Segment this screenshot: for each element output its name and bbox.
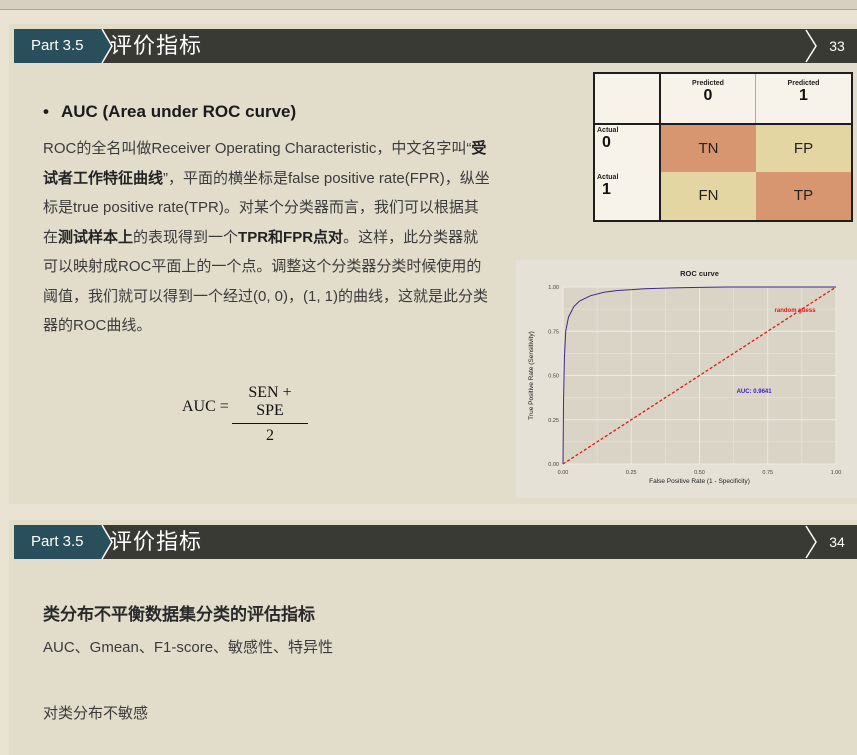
y-tick-label: 1.00 (548, 285, 559, 291)
previous-slide-edge (0, 0, 857, 10)
x-tick-label: 0.25 (626, 470, 637, 476)
cell-tn: TN (698, 140, 719, 157)
actual-label: Actual (597, 174, 619, 181)
section-heading: 类分布不平衡数据集分类的评估指标 (43, 605, 315, 624)
part-label: Part 3.5 (14, 525, 100, 559)
page-number: 33 (829, 38, 845, 54)
predicted-0: 0 (703, 87, 713, 104)
chart-title: ROC curve (680, 269, 719, 278)
formula-numerator: SEN + SPE (232, 384, 308, 424)
slide-title: 评价指标 (110, 529, 203, 554)
slide-34: Part 3.5 评价指标 34 类分布不平衡数据集分类的评估指标 AUC、Gm… (9, 520, 857, 755)
slide-33: Part 3.5 评价指标 33 • AUC (Area under ROC cu… (9, 24, 857, 504)
part-label: Part 3.5 (14, 29, 100, 63)
confusion-matrix: Predicted 0 Predicted 1 Actual 0 Actual … (593, 72, 853, 222)
emphasis-text: 测试样本上 (58, 228, 134, 246)
formula-denominator: 2 (266, 427, 274, 444)
metrics-note: 对类分布不敏感 (43, 705, 149, 722)
chevron-right-icon (805, 29, 817, 63)
metrics-list: AUC、Gmean、F1-score、敏感性、特异性 (43, 639, 334, 656)
slide-header: Part 3.5 评价指标 33 (14, 29, 857, 63)
roc-chart-svg: 0.00 0.25 0.50 0.75 1.00 0.00 0.25 0.50 0.75 1.00… (528, 269, 842, 485)
bullet-text: AUC (Area under ROC curve) (60, 102, 297, 121)
random-guess-label: random guess (775, 308, 817, 314)
x-tick-label: 1.00 (831, 470, 842, 476)
actual-0: 0 (602, 134, 611, 151)
paragraph-text: 的表现得到一个 (133, 228, 239, 246)
cell-tp: TP (793, 187, 814, 204)
chevron-right-icon (805, 525, 817, 559)
predicted-label: Predicted (787, 80, 820, 87)
predicted-label: Predicted (692, 80, 724, 87)
formula-fraction: SEN + SPE 2 (232, 384, 308, 445)
x-tick-label: 0.75 (762, 470, 773, 476)
slide-header: Part 3.5 评价指标 34 (14, 525, 857, 559)
actual-1: 1 (602, 181, 611, 198)
auc-value-label: AUC: 0.9641 (737, 389, 773, 395)
page-number: 34 (829, 534, 845, 550)
actual-label: Actual (597, 127, 619, 134)
x-axis-label: False Positive Rate (1 - Specificity) (649, 478, 750, 485)
paragraph-text: ROC的全名叫做Receiver Operating Characteristi… (43, 140, 472, 157)
cell-fn: FN (698, 187, 719, 204)
emphasis-text: TPR和FPR点对 (238, 228, 344, 246)
y-axis-label: True Positive Rate (Sensitivity) (528, 331, 535, 420)
slide-title: 评价指标 (110, 33, 203, 58)
y-tick-label: 0.00 (548, 462, 559, 468)
roc-description: ROC的全名叫做Receiver Operating Characteristi… (43, 134, 493, 341)
x-tick-label: 0.50 (694, 470, 705, 476)
bullet-heading: • AUC (Area under ROC curve) (43, 102, 296, 122)
cell-fp: FP (793, 140, 814, 157)
y-tick-label: 0.25 (548, 418, 559, 424)
formula-lhs: AUC = (182, 398, 229, 415)
roc-chart: 0.00 0.25 0.50 0.75 1.00 0.00 0.25 0.50 0.75 1.00… (516, 260, 857, 498)
predicted-1: 1 (799, 87, 808, 104)
x-tick-label: 0.00 (558, 470, 569, 476)
bullet-dot-icon: • (43, 102, 49, 121)
y-tick-label: 0.75 (548, 329, 559, 335)
y-tick-label: 0.50 (548, 374, 559, 380)
